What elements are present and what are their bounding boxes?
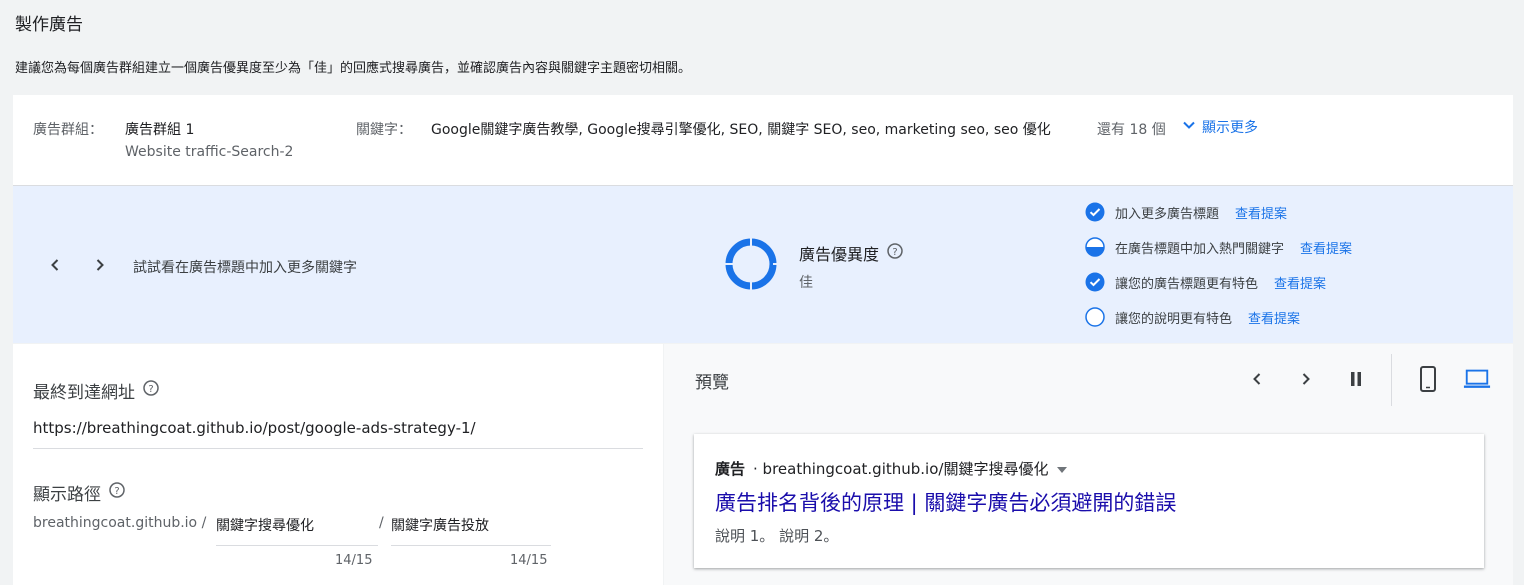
keywords-list: Google關鍵字廣告教學, Google搜尋引擎優化, SEO, 關鍵字 SE… [431,122,1051,138]
ad-preview-card: 廣告 · breathingcoat.github.io/關鍵字搜尋優化 廣告排… [694,434,1484,568]
mobile-view-button[interactable] [1414,365,1442,393]
path2-underline [391,545,551,546]
ad-preview-panel: 預覽 廣告 · breathingcoat.github.io/關鍵字搜尋優化 … [664,344,1513,585]
ad-group-label: 廣告群組： [33,122,103,138]
preview-next-button[interactable] [1292,365,1320,393]
checklist-item-label: 加入更多廣告標題 [1115,206,1220,222]
help-icon[interactable]: ? [143,380,159,401]
ad-group-name: 廣告群組 1 [125,122,195,138]
strength-tip: 試試看在廣告標題中加入更多關鍵字 [133,260,357,276]
preview-title: 預覽 [695,373,729,393]
svg-text:?: ? [892,247,897,258]
pause-icon [1351,372,1361,386]
view-suggestions-link[interactable]: 查看提案 [1300,238,1352,257]
ad-display-url: · breathingcoat.github.io/關鍵字搜尋優化 [753,460,1049,478]
checklist-item: 在廣告標題中加入熱門關鍵字 查看提案 [1085,237,1352,257]
path-separator: / [379,515,384,531]
preview-prev-button[interactable] [1243,365,1271,393]
chevron-down-icon [1182,118,1196,136]
chevron-left-icon [51,259,59,271]
path1-input[interactable]: 關鍵字搜尋優化 [216,515,314,535]
help-icon[interactable]: ? [887,243,903,263]
pause-button[interactable] [1342,365,1370,393]
display-path-label: 顯示路徑 ? [33,480,125,505]
page-description: 建議您為每個廣告群組建立一個廣告優異度至少為「佳」的回應式搜尋廣告，並確認廣告內… [15,61,692,76]
final-url-label: 最終到達網址 ? [33,378,159,403]
final-url-label-text: 最終到達網址 [33,383,135,403]
help-icon[interactable]: ? [109,482,125,503]
phone-icon [1420,366,1436,392]
display-path-label-text: 顯示路徑 [33,485,101,505]
checklist-item: 讓您的說明更有特色 查看提案 [1085,307,1300,327]
dropdown-arrow-icon [1056,460,1068,478]
svg-text:?: ? [114,486,119,497]
chevron-left-icon [1253,373,1261,385]
keywords-label: 關鍵字： [356,122,412,138]
ad-group-summary: 廣告群組： 廣告群組 1 Website traffic-Search-2 關鍵… [13,95,1513,186]
checklist-item: 讓您的廣告標題更有特色 查看提案 [1085,272,1326,292]
toolbar-divider [1391,354,1392,406]
ad-strength-panel: 試試看在廣告標題中加入更多關鍵字 廣告優異度 ? 佳 加入更多廣告標題 查看提案… [13,186,1513,343]
path1-counter: 14/15 [335,553,373,568]
campaign-name: Website traffic-Search-2 [125,144,294,160]
final-url-underline [33,448,643,449]
empty-circle-icon [1085,307,1105,327]
ad-form-panel: 最終到達網址 ? https://breathingcoat.github.io… [13,344,663,585]
page-title: 製作廣告 [15,15,83,35]
ad-badge: 廣告 [715,460,746,478]
checked-circle-icon [1085,272,1105,292]
show-more-button[interactable]: 顯示更多 [1182,117,1258,137]
checklist-item: 加入更多廣告標題 查看提案 [1085,202,1287,222]
view-suggestions-link[interactable]: 查看提案 [1235,203,1287,222]
final-url-input[interactable]: https://breathingcoat.github.io/post/goo… [33,419,476,437]
checked-circle-icon [1085,202,1105,222]
show-more-label: 顯示更多 [1202,120,1258,136]
half-filled-circle-icon [1085,237,1105,257]
ad-strength-label: 廣告優異度 [799,245,880,264]
laptop-icon [1463,369,1491,388]
chevron-right-icon [96,259,104,271]
path2-input[interactable]: 關鍵字廣告投放 [391,515,489,535]
ad-url-line: 廣告 · breathingcoat.github.io/關鍵字搜尋優化 [715,458,1068,479]
ad-description: 說明 1。 說明 2。 [715,527,839,545]
tip-next-button[interactable] [86,251,114,279]
checklist-item-label: 在廣告標題中加入熱門關鍵字 [1115,241,1285,257]
ad-strength-title: 廣告優異度 ? [799,241,903,265]
keywords-more-count: 還有 18 個 [1097,122,1166,138]
view-suggestions-link[interactable]: 查看提案 [1248,308,1300,327]
checklist-item-label: 讓您的廣告標題更有特色 [1115,276,1259,292]
path2-counter: 14/15 [510,553,548,568]
path1-underline [216,545,378,546]
display-path-domain: breathingcoat.github.io / [33,515,207,531]
chevron-right-icon [1302,373,1310,385]
ad-headline-link[interactable]: 廣告排名背後的原理 | 關鍵字廣告必須避開的錯誤 [715,487,1176,517]
ad-strength-value: 佳 [799,275,813,291]
tip-prev-button[interactable] [41,251,69,279]
ad-strength-gauge-icon [724,237,778,291]
svg-text:?: ? [148,384,153,395]
checklist-item-label: 讓您的說明更有特色 [1115,311,1233,327]
desktop-view-button[interactable] [1463,365,1491,393]
view-suggestions-link[interactable]: 查看提案 [1274,273,1326,292]
